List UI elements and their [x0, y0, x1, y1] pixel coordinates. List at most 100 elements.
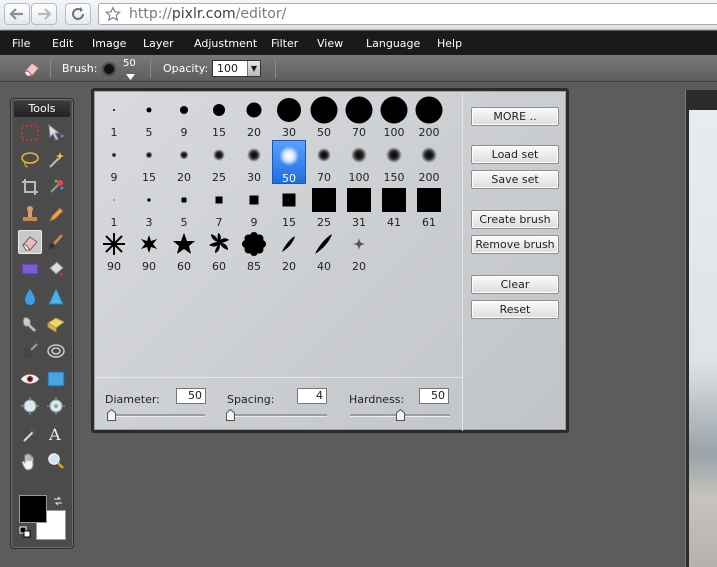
cone-icon[interactable]: [44, 285, 68, 309]
brush-preset-hard-7[interactable]: 50: [307, 95, 341, 139]
clear-button[interactable]: Clear: [471, 275, 559, 294]
brush-preset-hard-8[interactable]: 70: [342, 95, 376, 139]
menu-view[interactable]: View: [317, 37, 343, 50]
text-icon[interactable]: A: [44, 422, 68, 446]
menu-language[interactable]: Language: [366, 37, 420, 50]
move-icon[interactable]: [44, 121, 68, 145]
crop-icon[interactable]: [18, 175, 42, 199]
back-button[interactable]: [4, 3, 30, 25]
menu-filter[interactable]: Filter: [271, 37, 298, 50]
reset-colors-icon[interactable]: [19, 526, 31, 541]
diameter-input[interactable]: 50: [176, 388, 206, 404]
spacing-slider-thumb[interactable]: [226, 409, 235, 421]
brush-preset-hard-3[interactable]: 9: [167, 95, 201, 139]
menu-adjustment[interactable]: Adjustment: [194, 37, 257, 50]
zoom-icon[interactable]: [44, 449, 68, 473]
brush-preset-square-3[interactable]: 5: [167, 185, 201, 229]
save-set-button[interactable]: Save set: [471, 170, 559, 189]
menu-layer[interactable]: Layer: [143, 37, 174, 50]
brush-preset-hard-4[interactable]: 15: [202, 95, 236, 139]
spiral-icon[interactable]: [44, 339, 68, 363]
opacity-select[interactable]: 100 ▼: [212, 60, 261, 77]
stamp-icon[interactable]: [18, 203, 42, 227]
brush-preset-shape-7[interactable]: 40: [307, 229, 341, 273]
address-bar[interactable]: http://pixlr.com/editor/: [98, 3, 717, 25]
brush-preset-soft-4[interactable]: 25: [202, 140, 236, 184]
eraser-tool[interactable]: [18, 230, 42, 254]
frame-icon[interactable]: [44, 367, 68, 391]
drop-icon[interactable]: [18, 285, 42, 309]
brush-preset-soft-5[interactable]: 30: [237, 140, 271, 184]
brush-preset-shape-3[interactable]: 60: [167, 229, 201, 273]
brush-preset-soft-1[interactable]: 9: [97, 140, 131, 184]
sponge-icon[interactable]: [44, 312, 68, 336]
wand-icon[interactable]: [44, 148, 68, 172]
chevron-down-icon[interactable]: [126, 70, 135, 83]
brush-icon[interactable]: [44, 230, 68, 254]
brush-preset-square-6[interactable]: 15: [272, 185, 306, 229]
brush-preset-soft-3[interactable]: 20: [167, 140, 201, 184]
chevron-down-icon[interactable]: ▼: [247, 61, 260, 76]
brush-preset-shape-8[interactable]: 20: [342, 229, 376, 273]
sparkle-icon[interactable]: [44, 175, 68, 199]
brush-preset-hard-10[interactable]: 200: [412, 95, 446, 139]
bloat-icon[interactable]: [44, 394, 68, 418]
brush-preset-square-4[interactable]: 7: [202, 185, 236, 229]
menu-image[interactable]: Image: [92, 37, 126, 50]
reset-button[interactable]: Reset: [471, 300, 559, 319]
brush-preset-hard-9[interactable]: 100: [377, 95, 411, 139]
brush-preset-hard-1[interactable]: 1: [97, 95, 131, 139]
diameter-slider-thumb[interactable]: [107, 409, 116, 421]
menu-help[interactable]: Help: [437, 37, 462, 50]
brush-preset-soft-6[interactable]: 50: [272, 140, 306, 185]
more-button[interactable]: MORE ..: [471, 107, 559, 126]
brush-preset-shape-1[interactable]: 90: [97, 229, 131, 273]
diameter-slider[interactable]: [107, 414, 205, 417]
bucket-icon[interactable]: [44, 257, 68, 281]
brush-preset-soft-10[interactable]: 200: [412, 140, 446, 184]
swap-colors-icon[interactable]: [52, 495, 64, 510]
brush-preset-square-5[interactable]: 9: [237, 185, 271, 229]
brush-preset-square-2[interactable]: 3: [132, 185, 166, 229]
hardness-input[interactable]: 50: [419, 388, 449, 404]
brush-preset-square-7[interactable]: 25: [307, 185, 341, 229]
brush-preset-square-1[interactable]: 1: [97, 185, 131, 229]
eye-icon[interactable]: [18, 367, 42, 391]
smudge-icon[interactable]: [18, 312, 42, 336]
brush-preview-icon[interactable]: [101, 61, 117, 80]
foreground-color-swatch[interactable]: [19, 495, 47, 523]
forward-button[interactable]: [31, 3, 57, 25]
brush-preset-hard-6[interactable]: 30: [272, 95, 306, 139]
brush-preset-soft-7[interactable]: 70: [307, 140, 341, 184]
rect-icon[interactable]: [18, 257, 42, 281]
star-icon[interactable]: [105, 6, 121, 22]
brush-preset-shape-5[interactable]: 85: [237, 229, 271, 273]
brush-preset-shape-4[interactable]: 60: [202, 229, 236, 273]
brush-preset-square-8[interactable]: 31: [342, 185, 376, 229]
brush-preset-square-10[interactable]: 61: [412, 185, 446, 229]
brush-preset-hard-5[interactable]: 20: [237, 95, 271, 139]
spot-icon[interactable]: [18, 394, 42, 418]
brush-preset-soft-2[interactable]: 15: [132, 140, 166, 184]
load-set-button[interactable]: Load set: [471, 145, 559, 164]
image-canvas[interactable]: [689, 110, 717, 567]
spacing-input[interactable]: 4: [297, 388, 327, 404]
menu-edit[interactable]: Edit: [52, 37, 73, 50]
marquee-icon[interactable]: [18, 121, 42, 145]
pencil-icon[interactable]: [44, 203, 68, 227]
hardness-slider-thumb[interactable]: [396, 409, 405, 421]
create-brush-button[interactable]: Create brush: [471, 210, 559, 229]
brush-preset-shape-6[interactable]: 20: [272, 229, 306, 273]
spacing-slider[interactable]: [227, 414, 327, 417]
brush-preset-soft-9[interactable]: 150: [377, 140, 411, 184]
remove-brush-button[interactable]: Remove brush: [471, 235, 559, 254]
reload-button[interactable]: [65, 3, 91, 25]
brush-preset-soft-8[interactable]: 100: [342, 140, 376, 184]
brush-preset-hard-2[interactable]: 5: [132, 95, 166, 139]
burn-icon[interactable]: [18, 339, 42, 363]
picker-icon[interactable]: [18, 422, 42, 446]
brush-preset-shape-2[interactable]: 90: [132, 229, 166, 273]
menu-file[interactable]: File: [12, 37, 30, 50]
lasso-icon[interactable]: [18, 148, 42, 172]
hand-icon[interactable]: [18, 449, 42, 473]
